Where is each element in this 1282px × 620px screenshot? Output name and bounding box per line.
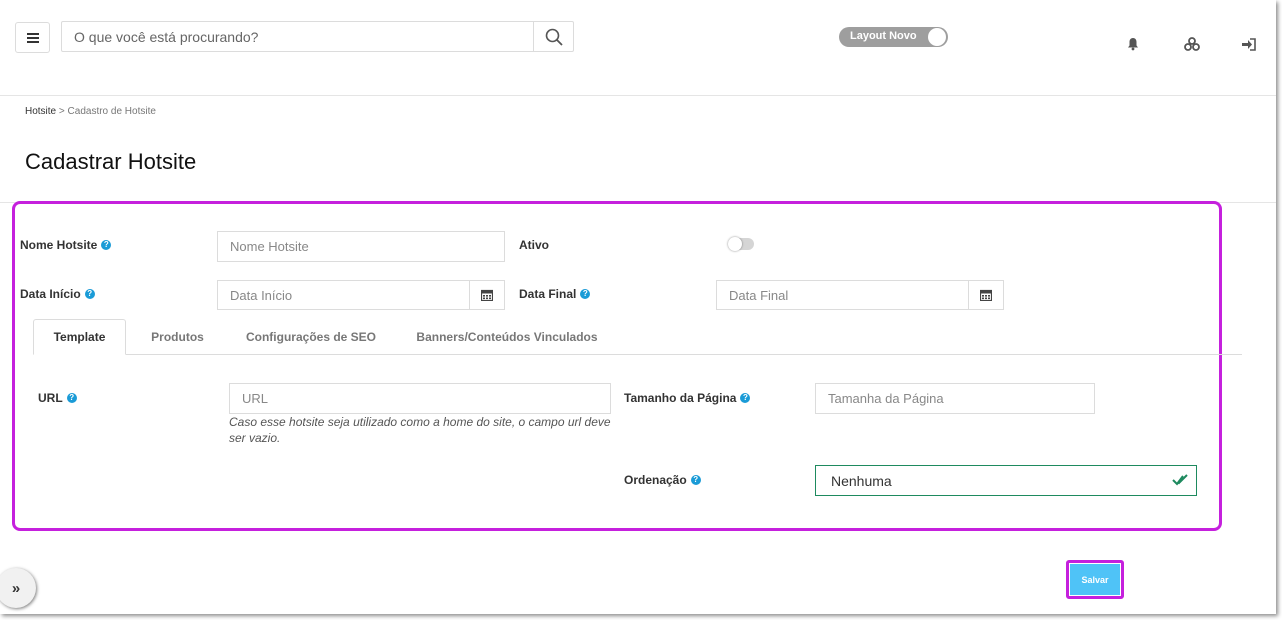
page-size-label-text: Tamanho da Página (624, 391, 737, 405)
start-date-label: Data Início ? (20, 287, 95, 301)
search-box (61, 21, 574, 52)
start-date-input[interactable] (217, 280, 470, 310)
end-date-calendar-button[interactable] (968, 280, 1004, 310)
page-title: Cadastrar Hotsite (25, 149, 197, 174)
toggle-knob (928, 28, 946, 46)
hamburger-icon (26, 32, 39, 43)
save-button[interactable]: Salvar (1070, 564, 1120, 595)
url-label: URL ? (38, 391, 77, 405)
help-icon[interactable]: ? (84, 289, 95, 299)
name-label: Nome Hotsite ? (20, 238, 112, 252)
breadcrumb-separator: > (58, 106, 65, 117)
help-icon[interactable]: ? (101, 240, 112, 250)
url-label-text: URL (38, 391, 63, 405)
settings-button[interactable] (1182, 34, 1202, 54)
order-label-text: Ordenação (624, 473, 687, 487)
search-button[interactable] (533, 22, 573, 51)
page-size-label: Tamanho da Página ? (624, 391, 751, 405)
name-label-text: Nome Hotsite (20, 238, 98, 252)
end-date-label: Data Final ? (519, 287, 591, 301)
search-input[interactable] (62, 22, 534, 51)
active-toggle-knob (728, 237, 742, 251)
logout-button[interactable] (1238, 34, 1258, 54)
menu-button[interactable] (15, 22, 50, 53)
tab-seo[interactable]: Configurações de SEO (237, 319, 385, 355)
name-input[interactable] (217, 231, 505, 262)
end-date-label-text: Data Final (519, 287, 577, 301)
page: Layout Novo Hotsite > Cadastro de Hotsit… (0, 0, 1276, 614)
expand-sidebar-button[interactable]: » (0, 568, 36, 608)
breadcrumb-current: Cadastro de Hotsite (67, 106, 156, 117)
calendar-icon (481, 289, 493, 301)
layout-toggle-label: Layout Novo (850, 30, 917, 42)
check-icon (1172, 474, 1188, 486)
bell-icon (1128, 38, 1138, 51)
help-icon[interactable]: ? (740, 393, 751, 403)
order-select-value: Nenhuma (831, 472, 892, 489)
layout-toggle[interactable]: Layout Novo (839, 27, 948, 47)
help-icon[interactable]: ? (66, 393, 77, 403)
start-date-calendar-button[interactable] (469, 280, 505, 310)
sign-out-icon (1241, 37, 1256, 51)
help-icon[interactable]: ? (580, 289, 591, 299)
header-divider (0, 95, 1276, 96)
help-icon[interactable]: ? (690, 475, 701, 485)
search-icon (545, 28, 563, 46)
tab-produtos[interactable]: Produtos (140, 319, 215, 355)
url-input[interactable] (229, 383, 611, 414)
url-hint: Caso esse hotsite seja utilizado como a … (229, 415, 611, 445)
breadcrumb-root[interactable]: Hotsite (25, 106, 56, 117)
notifications-button[interactable] (1123, 34, 1143, 54)
active-label-text: Ativo (519, 238, 549, 252)
chevron-double-right-icon: » (11, 579, 21, 597)
active-toggle[interactable] (728, 237, 754, 251)
tab-banners[interactable]: Banners/Conteúdos Vinculados (408, 319, 606, 355)
start-date-label-text: Data Início (20, 287, 81, 301)
tab-template[interactable]: Template (33, 319, 126, 355)
order-select[interactable]: Nenhuma (815, 465, 1197, 496)
breadcrumb: Hotsite > Cadastro de Hotsite (25, 106, 156, 117)
order-label: Ordenação ? (624, 473, 701, 487)
calendar-icon (980, 289, 992, 301)
end-date-input[interactable] (716, 280, 969, 310)
page-size-input[interactable] (815, 383, 1095, 414)
active-label: Ativo (519, 238, 549, 252)
cogs-icon (1184, 37, 1200, 51)
